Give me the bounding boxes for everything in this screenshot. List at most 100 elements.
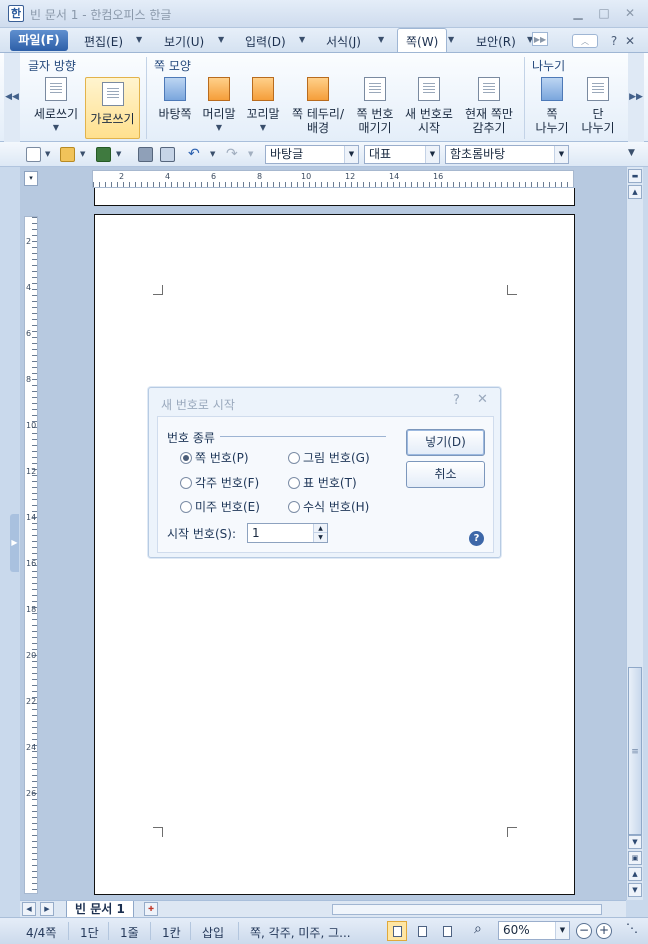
menu-edit[interactable]: 편집(E) bbox=[84, 33, 123, 50]
vertical-writing-label: 세로쓰기 bbox=[33, 107, 79, 121]
tab-document-1[interactable]: 빈 문서 1 bbox=[66, 901, 134, 918]
chevron-down-icon[interactable]: ▼ bbox=[425, 146, 439, 163]
start-number-stepper[interactable]: 1 ▲ ▼ bbox=[247, 523, 328, 543]
previous-page[interactable] bbox=[94, 188, 575, 206]
minimize-button[interactable]: ▁ bbox=[570, 6, 586, 20]
page-view-button[interactable] bbox=[387, 921, 407, 941]
maximize-button[interactable]: □ bbox=[596, 6, 612, 20]
horizontal-writing-button[interactable]: 가로쓰기 bbox=[85, 77, 140, 139]
radio-equation-number[interactable]: 수식 번호(H) bbox=[288, 498, 369, 515]
chevron-down-icon[interactable]: ▼ bbox=[555, 922, 569, 939]
chevron-down-icon[interactable]: ▼ bbox=[554, 146, 568, 163]
page-view-button[interactable]: ▣ bbox=[628, 851, 642, 865]
column-break-button[interactable]: 단 나누기 bbox=[576, 73, 620, 139]
insert-button[interactable]: 넣기(D) bbox=[406, 429, 485, 456]
ribbon-scroll-right-button[interactable]: ▶▶ bbox=[628, 53, 644, 142]
chevron-down-icon[interactable]: ▼ bbox=[136, 35, 142, 44]
chevron-down-icon[interactable]: ▼ bbox=[210, 150, 215, 158]
vertical-scrollbar[interactable]: ▬ ▲ ≡ ▼ ▣ ▲ ▼ bbox=[626, 167, 643, 900]
outline-view-button[interactable] bbox=[437, 921, 457, 941]
status-insert-mode[interactable]: 삽입 bbox=[202, 924, 224, 941]
menu-scroll-right-button[interactable]: ▶▶ bbox=[532, 32, 548, 46]
vertical-writing-button[interactable]: 세로쓰기 ▼ bbox=[30, 73, 82, 139]
toolbar-options-icon[interactable]: ▼ bbox=[628, 148, 635, 158]
draft-view-button[interactable] bbox=[412, 921, 432, 941]
font-select[interactable]: 함초롬바탕 ▼ bbox=[445, 145, 569, 164]
group-text-direction-label: 글자 방향 bbox=[28, 59, 76, 73]
radio-page-number[interactable]: 쪽 번호(P) bbox=[180, 449, 249, 466]
radio-table-number[interactable]: 표 번호(T) bbox=[288, 474, 357, 491]
ruler-ticks bbox=[93, 182, 573, 187]
ribbon-scroll-left-button[interactable]: ◀◀ bbox=[4, 53, 20, 142]
close-document-button[interactable]: ✕ bbox=[622, 34, 638, 48]
style-select[interactable]: 바탕글 ▼ bbox=[265, 145, 359, 164]
zoom-in-icon[interactable]: + bbox=[596, 923, 612, 939]
scroll-top-button[interactable]: ▬ bbox=[628, 169, 642, 183]
horizontal-scrollbar-thumb[interactable] bbox=[332, 904, 602, 915]
zoom-select[interactable]: 60% ▼ bbox=[498, 921, 570, 940]
zoom-out-icon[interactable]: − bbox=[576, 923, 592, 939]
zoom-icon[interactable]: ⌕ bbox=[474, 921, 482, 937]
chevron-down-icon[interactable]: ▼ bbox=[116, 150, 121, 158]
menu-page[interactable]: 쪽(W) bbox=[397, 28, 448, 52]
previous-page-button[interactable]: ▲ bbox=[628, 867, 642, 881]
menu-view[interactable]: 보기(U) bbox=[164, 33, 204, 50]
stepper-up-icon[interactable]: ▲ bbox=[313, 524, 327, 533]
horizontal-ruler[interactable]: 2 4 6 8 10 12 14 16 bbox=[92, 170, 574, 188]
start-number-value: 1 bbox=[252, 526, 260, 540]
scroll-down-button[interactable]: ▼ bbox=[628, 835, 642, 849]
help-button[interactable]: ? bbox=[606, 34, 622, 48]
chevron-down-icon[interactable]: ▼ bbox=[45, 150, 50, 158]
ruler-corner-button[interactable]: ▾ bbox=[24, 171, 38, 186]
radio-figure-number[interactable]: 그림 번호(G) bbox=[288, 449, 370, 466]
new-document-icon[interactable] bbox=[26, 147, 41, 162]
chevron-down-icon[interactable]: ▼ bbox=[248, 150, 253, 158]
chevron-down-icon[interactable]: ▼ bbox=[218, 35, 224, 44]
menu-file[interactable]: 파일(F) bbox=[10, 30, 68, 51]
undo-icon[interactable]: ↶ bbox=[188, 147, 203, 162]
open-folder-icon[interactable] bbox=[60, 147, 75, 162]
close-button[interactable]: ✕ bbox=[622, 6, 638, 20]
side-panel-toggle[interactable]: ▶ bbox=[10, 514, 19, 572]
new-number-button[interactable]: 새 번호로 시작 bbox=[401, 73, 457, 139]
scroll-up-button[interactable]: ▲ bbox=[628, 185, 642, 199]
stepper-down-icon[interactable]: ▼ bbox=[313, 533, 327, 542]
radio-footnote-number[interactable]: 각주 번호(F) bbox=[180, 474, 259, 491]
collapse-ribbon-button[interactable]: ︿ bbox=[572, 34, 598, 48]
header-button[interactable]: 머리말 ▼ bbox=[199, 73, 239, 139]
dialog-help-icon[interactable]: ? bbox=[453, 393, 460, 408]
chevron-down-icon[interactable]: ▼ bbox=[80, 150, 85, 158]
chevron-down-icon[interactable]: ▼ bbox=[448, 35, 454, 44]
status-divider bbox=[150, 922, 151, 940]
print-icon[interactable] bbox=[138, 147, 153, 162]
resize-grip-icon[interactable]: ⋱ bbox=[626, 921, 638, 935]
menu-format[interactable]: 서식(J) bbox=[326, 33, 361, 50]
new-tab-icon[interactable]: ✚ bbox=[144, 902, 158, 916]
document-tab-bar: ◀ ▶ 빈 문서 1 ✚ bbox=[20, 900, 626, 918]
page-border-button[interactable]: 쪽 테두리/ 배경 bbox=[287, 73, 349, 139]
page-break-button[interactable]: 쪽 나누기 bbox=[532, 73, 572, 139]
menu-insert[interactable]: 입력(D) bbox=[245, 33, 286, 50]
tab-scroll-right-button[interactable]: ▶ bbox=[40, 902, 54, 916]
print-preview-icon[interactable] bbox=[160, 147, 175, 162]
menu-security[interactable]: 보안(R) bbox=[476, 33, 516, 50]
language-select[interactable]: 대표 ▼ bbox=[364, 145, 440, 164]
tab-scroll-left-button[interactable]: ◀ bbox=[22, 902, 36, 916]
save-icon[interactable] bbox=[96, 147, 111, 162]
dialog-close-icon[interactable]: ✕ bbox=[477, 392, 488, 407]
chevron-down-icon[interactable]: ▼ bbox=[344, 146, 358, 163]
chevron-down-icon[interactable]: ▼ bbox=[378, 35, 384, 44]
help-icon[interactable]: ? bbox=[469, 531, 484, 546]
cancel-button[interactable]: 취소 bbox=[406, 461, 485, 488]
radio-endnote-number[interactable]: 미주 번호(E) bbox=[180, 498, 260, 515]
scrollbar-thumb[interactable]: ≡ bbox=[628, 667, 642, 835]
redo-icon[interactable]: ↷ bbox=[226, 147, 241, 162]
status-divider bbox=[68, 922, 69, 940]
page-number-button[interactable]: 쪽 번호 매기기 bbox=[352, 73, 398, 139]
master-page-button[interactable]: 바탕쪽 bbox=[154, 73, 196, 133]
vertical-ruler[interactable]: 2 4 6 8 10 12 14 16 18 20 22 24 26 bbox=[24, 216, 38, 894]
next-page-button[interactable]: ▼ bbox=[628, 883, 642, 897]
hide-current-page-button[interactable]: 현재 쪽만 감추기 bbox=[460, 73, 518, 139]
footer-button[interactable]: 꼬리말 ▼ bbox=[243, 73, 283, 139]
chevron-down-icon[interactable]: ▼ bbox=[299, 35, 305, 44]
